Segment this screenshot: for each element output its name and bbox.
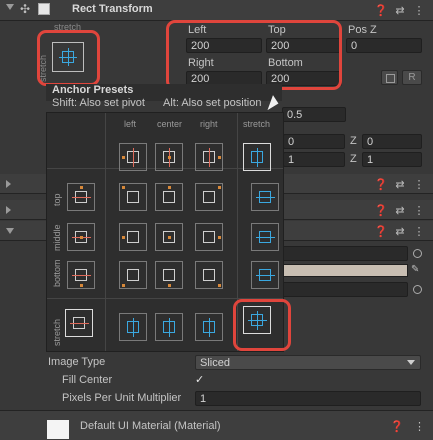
fill-center-checkbox[interactable]: ✓ bbox=[195, 374, 207, 386]
rotation-x-field[interactable]: 0 bbox=[283, 134, 345, 149]
scale-x-field[interactable]: 1 bbox=[283, 152, 345, 167]
scale-z-field[interactable]: 1 bbox=[362, 152, 422, 167]
preset-header-col-left[interactable] bbox=[119, 143, 147, 171]
material-field[interactable] bbox=[282, 282, 408, 297]
more-icon[interactable]: ⋮ bbox=[413, 225, 425, 238]
more-icon[interactable]: ⋮ bbox=[413, 4, 425, 17]
preset-middle-stretch[interactable] bbox=[251, 223, 279, 251]
preset-top-left[interactable] bbox=[119, 183, 147, 211]
more-icon[interactable]: ⋮ bbox=[414, 420, 425, 433]
preset-stretch-left[interactable] bbox=[119, 313, 147, 341]
collapse-arrow-icon[interactable] bbox=[6, 4, 14, 10]
preset-top-stretch[interactable] bbox=[251, 183, 279, 211]
dropdown-arrow-icon bbox=[407, 360, 415, 365]
pivot-y-field[interactable]: 0.5 bbox=[282, 107, 346, 122]
presets-title: Anchor Presets bbox=[52, 84, 134, 96]
help-icon[interactable]: ❓ bbox=[374, 178, 388, 191]
ppu-field[interactable]: 1 bbox=[195, 391, 421, 406]
image-type-label: Image Type bbox=[48, 356, 106, 368]
object-picker-icon[interactable] bbox=[413, 285, 422, 294]
image-type-dropdown[interactable]: Sliced bbox=[195, 355, 421, 370]
highlight-offsets bbox=[166, 20, 342, 90]
preset-header-col-stretch[interactable] bbox=[243, 143, 271, 171]
raw-edit-button[interactable]: R bbox=[402, 70, 422, 85]
preset-bottom-stretch[interactable] bbox=[251, 261, 279, 289]
help-icon[interactable]: ❓ bbox=[390, 420, 404, 433]
fill-center-label: Fill Center bbox=[62, 374, 113, 386]
preset-stretch-center[interactable] bbox=[155, 313, 183, 341]
preset-middle-left[interactable] bbox=[119, 223, 147, 251]
presets-hint-shift: Shift: Also set pivot bbox=[52, 97, 145, 109]
preset-bottom-center[interactable] bbox=[155, 261, 183, 289]
scale-z-label: Z bbox=[350, 153, 357, 165]
ppu-label: Pixels Per Unit Multiplier bbox=[62, 392, 182, 404]
blueprint-button[interactable] bbox=[381, 70, 398, 85]
preset-stretch-right[interactable] bbox=[195, 313, 223, 341]
row-bottom: bottom bbox=[52, 259, 62, 287]
col-center: center bbox=[157, 119, 183, 129]
col-stretch: stretch bbox=[243, 119, 271, 129]
color-swatch[interactable] bbox=[282, 264, 408, 277]
preset-middle-right[interactable] bbox=[195, 223, 223, 251]
preset-header-col-right[interactable] bbox=[195, 143, 223, 171]
preset-header-row-bottom[interactable] bbox=[67, 261, 95, 289]
settings-icon[interactable]: ⇄ bbox=[394, 178, 406, 191]
rect-transform-header[interactable]: ✣ Rect Transform ❓ ⇄ ⋮ bbox=[0, 0, 433, 21]
row-stretch: stretch bbox=[52, 318, 62, 346]
settings-icon[interactable]: ⇄ bbox=[394, 204, 406, 217]
help-icon[interactable]: ❓ bbox=[374, 204, 388, 217]
help-icon[interactable]: ❓ bbox=[374, 4, 388, 17]
help-icon[interactable]: ❓ bbox=[374, 225, 388, 238]
posz-label: Pos Z bbox=[348, 24, 377, 36]
posz-field[interactable]: 0 bbox=[346, 38, 422, 53]
rotation-z-field[interactable]: 0 bbox=[362, 134, 422, 149]
preset-middle-center[interactable] bbox=[155, 223, 183, 251]
material-label: Default UI Material (Material) bbox=[80, 420, 221, 432]
preset-bottom-right[interactable] bbox=[195, 261, 223, 289]
move-icon: ✣ bbox=[19, 2, 31, 16]
col-left: left bbox=[124, 119, 137, 129]
preset-header-col-center[interactable] bbox=[155, 143, 183, 171]
row-middle: middle bbox=[52, 224, 62, 251]
settings-icon[interactable]: ⇄ bbox=[394, 4, 406, 17]
object-picker-icon[interactable] bbox=[413, 249, 422, 258]
highlight-anchor bbox=[37, 30, 100, 86]
highlight-stretch-stretch bbox=[233, 299, 291, 351]
preset-bottom-left[interactable] bbox=[119, 261, 147, 289]
preset-top-center[interactable] bbox=[155, 183, 183, 211]
col-right: right bbox=[200, 119, 218, 129]
settings-icon[interactable]: ⇄ bbox=[394, 225, 406, 238]
preset-header-row-top[interactable] bbox=[67, 183, 95, 211]
presets-hint-alt: Alt: Also set position bbox=[163, 97, 262, 109]
eyedropper-icon[interactable]: ✎ bbox=[411, 264, 422, 276]
preset-header-row-middle[interactable] bbox=[67, 223, 95, 251]
material-preview bbox=[47, 420, 69, 439]
row-top: top bbox=[52, 193, 62, 206]
more-icon[interactable]: ⋮ bbox=[413, 178, 425, 191]
source-image-field[interactable] bbox=[282, 246, 408, 261]
rotation-z-label: Z bbox=[350, 135, 357, 147]
component-title: Rect Transform bbox=[72, 3, 153, 15]
image-type-value: Sliced bbox=[200, 357, 230, 369]
preset-header-row-stretch[interactable] bbox=[65, 309, 93, 337]
preset-top-right[interactable] bbox=[195, 183, 223, 211]
enable-checkbox[interactable] bbox=[38, 3, 50, 15]
more-icon[interactable]: ⋮ bbox=[413, 204, 425, 217]
